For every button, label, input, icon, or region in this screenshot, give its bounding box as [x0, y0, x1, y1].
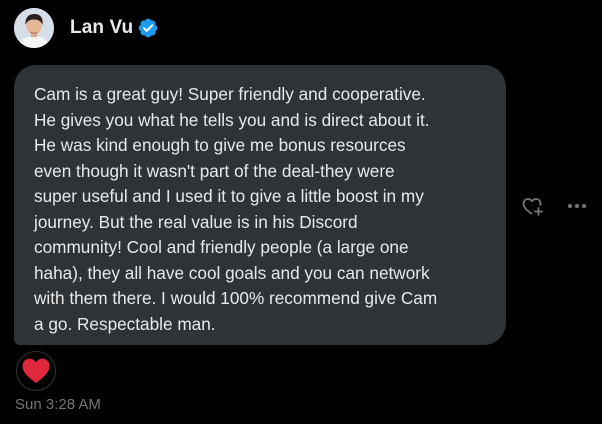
- username[interactable]: Lan Vu: [70, 17, 133, 39]
- message-timestamp: Sun 3:28 AM: [15, 396, 101, 413]
- verified-badge-icon: [137, 17, 159, 39]
- message-actions: [520, 194, 590, 218]
- message-header: Lan Vu: [14, 8, 159, 48]
- message-bubble[interactable]: Cam is a great guy! Super friendly and c…: [14, 65, 506, 345]
- heart-reaction-icon: [22, 358, 50, 383]
- heart-plus-icon: [522, 198, 543, 216]
- heart-reaction[interactable]: [16, 351, 56, 391]
- message-text: Cam is a great guy! Super friendly and c…: [34, 84, 438, 334]
- more-icon: [568, 204, 586, 208]
- add-reaction-button[interactable]: [520, 194, 546, 218]
- avatar-icon: [14, 8, 54, 48]
- more-options-button[interactable]: [564, 194, 590, 218]
- avatar[interactable]: [14, 8, 54, 48]
